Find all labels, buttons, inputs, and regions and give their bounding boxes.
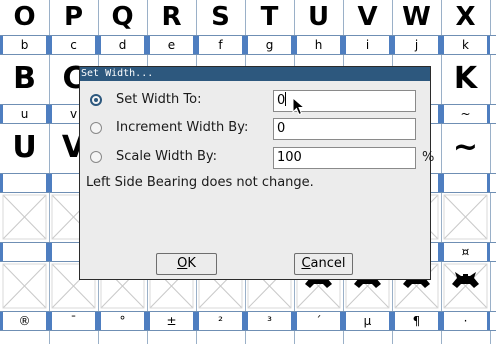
glyph-cell[interactable]: K [441,55,490,103]
ok-button[interactable]: OK [156,253,217,275]
glyph-label-cell: u [0,105,49,123]
glyph-label-cell: c [49,36,98,54]
set-width-dialog: Set Width... Set Width To: 0 Increment W… [79,66,434,280]
glyph-cell[interactable]: U [0,124,49,172]
glyph-cell[interactable]: Q [98,0,147,34]
glyph-label-cell: j [392,36,441,54]
glyph-label-cell: h [294,36,343,54]
cancel-button[interactable]: Cancel [294,253,353,275]
increment-width-row: Increment Width By: 0 [88,118,428,140]
cancel-label-rest: ancel [310,256,346,271]
glyph-label-cell: ¤ [441,243,490,261]
set-width-radio[interactable] [90,94,102,106]
glyph-label-cell: ~ [441,105,490,123]
ok-label-rest: K [187,256,196,271]
glyph-cell[interactable]: R [147,0,196,34]
scale-width-input[interactable]: 100 [273,147,416,169]
glyph-label-cell: ± [147,312,196,330]
glyph-label-cell: ¶ [392,312,441,330]
bearing-note: Left Side Bearing does not change. [86,175,314,190]
glyph-label-cell: · [441,312,490,330]
glyph-cell[interactable]: V [343,0,392,34]
cancel-mnemonic: C [301,256,311,271]
increment-width-radio[interactable] [90,122,102,134]
glyph-label-cell: ³ [245,312,294,330]
set-width-row: Set Width To: 0 [88,90,428,112]
glyph-cell[interactable]: T [245,0,294,34]
glyph-cell[interactable]: O [0,0,49,34]
mouse-pointer-icon [292,97,306,116]
glyph-label-cell: µ [343,312,392,330]
glyph-label-cell: ® [0,312,49,330]
spaceship-glyph-icon[interactable] [441,262,490,310]
glyph-cell[interactable]: U [294,0,343,34]
glyph-cell[interactable]: B [0,55,49,103]
glyph-label-cell: ¯ [49,312,98,330]
glyph-label-cell: f [196,36,245,54]
glyph-label-cell: ´ [294,312,343,330]
glyph-cell[interactable]: W [392,0,441,34]
glyph-label-cell: b [0,36,49,54]
empty-glyph-cross-icon[interactable] [0,193,49,241]
set-width-label: Set Width To: [116,92,202,107]
glyph-label-cell: e [147,36,196,54]
glyph-label-cell [441,174,490,192]
label-row-1: bcdefghijk [0,35,496,55]
scale-width-radio[interactable] [90,151,102,163]
glyph-cell[interactable]: S [196,0,245,34]
scale-width-row: Scale Width By: 100 % [88,147,438,169]
glyph-label-cell [0,174,49,192]
text-caret [285,92,287,106]
percent-sign: % [422,150,435,165]
dialog-title[interactable]: Set Width... [80,67,430,81]
ok-mnemonic: O [177,256,188,271]
empty-glyph-cross-icon[interactable] [441,193,490,241]
glyph-cell[interactable]: X [441,0,490,34]
increment-width-input[interactable]: 0 [273,118,416,140]
glyph-label-cell: ² [196,312,245,330]
glyph-label-cell: g [245,36,294,54]
glyph-cell[interactable]: ~ [441,124,490,172]
empty-glyph-cross-icon[interactable] [0,262,49,310]
glyph-label-cell [0,243,49,261]
glyph-label-cell: d [98,36,147,54]
glyph-label-cell: i [343,36,392,54]
increment-width-label: Increment Width By: [116,120,249,135]
label-row-5: ® ¯ ° ± ² ³ ´ µ ¶ · [0,311,496,331]
glyph-cell[interactable]: P [49,0,98,34]
glyph-label-cell: ° [98,312,147,330]
glyph-label-cell: k [441,36,490,54]
scale-width-label: Scale Width By: [116,149,218,164]
